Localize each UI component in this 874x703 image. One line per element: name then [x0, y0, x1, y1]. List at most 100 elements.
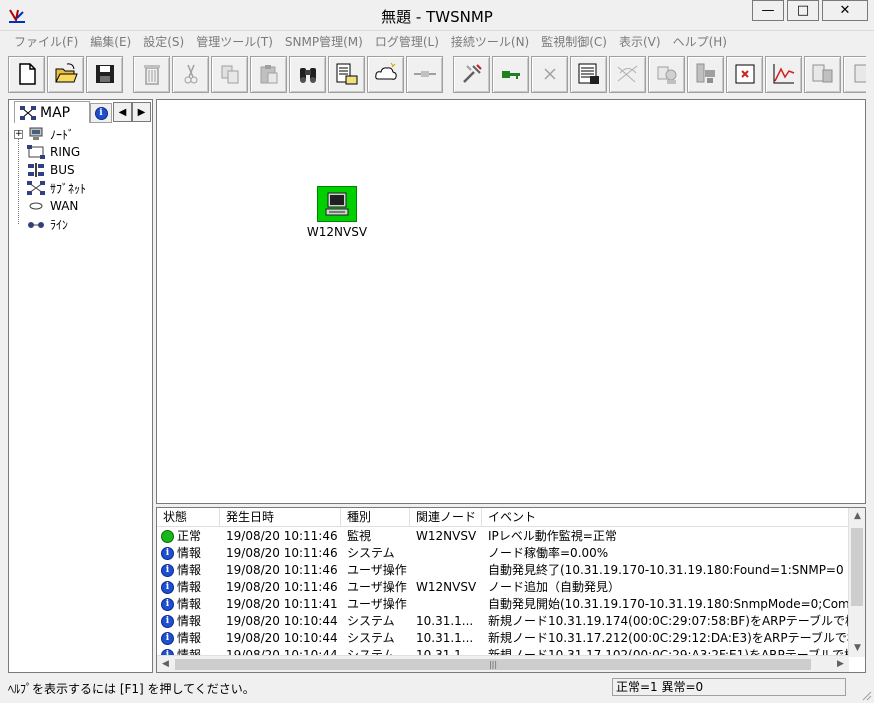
cut-button[interactable]: [172, 55, 209, 93]
tab-map[interactable]: MAP: [14, 101, 90, 123]
tree-item-subnet[interactable]: ｻﾌﾞﾈｯﾄ: [13, 179, 149, 197]
close-button[interactable]: ✕: [822, 0, 868, 21]
log-type: ユーザ操作: [347, 580, 407, 594]
event-log-list[interactable]: 状態 発生日時 種別 関連ノード イベント 正常 19/08/20 10:11:…: [156, 507, 866, 673]
report-icon: [812, 64, 832, 83]
more-icon: [854, 64, 866, 83]
cloud-button[interactable]: [367, 55, 404, 93]
line-chart-icon: [773, 64, 794, 84]
info-icon: i: [161, 581, 174, 594]
report-button[interactable]: [804, 55, 841, 93]
delete-item-button[interactable]: [531, 55, 568, 93]
menu-admin-tools[interactable]: 管理ツール(T): [190, 33, 279, 50]
scroll-thumb[interactable]: |||: [175, 659, 811, 670]
save-button[interactable]: [86, 55, 123, 93]
node-label: W12NVSV: [306, 225, 368, 239]
column-header-node[interactable]: 関連ノード: [410, 508, 482, 527]
draw-button[interactable]: [609, 55, 646, 93]
tree-item-bus[interactable]: BUS: [13, 161, 149, 179]
scroll-thumb[interactable]: [851, 528, 863, 606]
maximize-button[interactable]: □: [787, 0, 819, 21]
menu-edit[interactable]: 編集(E): [84, 33, 137, 50]
network-map-canvas[interactable]: W12NVSV: [156, 99, 866, 504]
log-row[interactable]: 正常 19/08/20 10:11:46 監視 W12NVSV IPレベル動作監…: [157, 528, 849, 545]
minimize-button[interactable]: —: [752, 0, 784, 21]
map-tree-pane: MAP i ◀ ▶ + ﾉｰﾄﾞ RING BUS ｻﾌﾞﾈｯﾄ WAN ﾗｲﾝ: [8, 99, 153, 673]
tree-item-node[interactable]: + ﾉｰﾄﾞ: [13, 125, 149, 143]
log-time: 19/08/20 10:11:46: [226, 546, 338, 560]
app-icon[interactable]: [8, 6, 26, 24]
server-button[interactable]: [687, 55, 724, 93]
log-row[interactable]: i 情報 19/08/20 10:11:46 ユーザ操作 W12NVSV ノード追…: [157, 579, 849, 596]
tab-scroll-right-button[interactable]: ▶: [132, 102, 151, 122]
delete-trash-button[interactable]: [133, 55, 170, 93]
chart-button[interactable]: [765, 55, 802, 93]
column-header-type[interactable]: 種別: [341, 508, 410, 527]
log-node: W12NVSV: [416, 580, 477, 594]
cloud-icon: [374, 62, 397, 80]
close-icon: ✕: [839, 3, 851, 18]
menu-log[interactable]: ログ管理(L): [369, 33, 445, 50]
tab-info[interactable]: i: [90, 103, 112, 123]
map-properties-button[interactable]: [328, 55, 365, 93]
tree-item-wan[interactable]: WAN: [13, 197, 149, 215]
map-node[interactable]: W12NVSV: [305, 186, 369, 239]
minimize-icon: —: [761, 3, 775, 18]
log-horizontal-scrollbar[interactable]: ◀ ||| ▶: [157, 655, 849, 672]
tab-scroll-left-button[interactable]: ◀: [113, 102, 132, 122]
ring-icon: [27, 145, 45, 159]
log-row[interactable]: i 情報 19/08/20 10:11:46 システム ノード稼働率=0.00%: [157, 545, 849, 562]
column-header-event[interactable]: イベント: [482, 508, 849, 527]
column-header-status[interactable]: 状態: [157, 508, 220, 527]
log-row[interactable]: i 情報 19/08/20 10:11:41 ユーザ操作 自動発見開始(10.31…: [157, 596, 849, 613]
menu-monitor[interactable]: 監視制御(C): [535, 33, 613, 50]
scroll-left-icon[interactable]: ◀: [157, 656, 174, 672]
log-row[interactable]: i 情報 19/08/20 10:11:46 ユーザ操作 自動発見終了(10.31…: [157, 562, 849, 579]
tree-item-ring[interactable]: RING: [13, 143, 149, 161]
resize-grip-icon[interactable]: [860, 689, 872, 701]
info-icon: i: [161, 632, 174, 645]
key-button[interactable]: [492, 55, 529, 93]
menu-settings[interactable]: 設定(S): [137, 33, 190, 50]
line-icon: [28, 222, 44, 228]
scroll-right-icon[interactable]: ▶: [832, 656, 849, 672]
line-connect-button[interactable]: [406, 55, 443, 93]
grip-icon: |||: [488, 660, 498, 669]
status-help-text: ﾍﾙﾌﾟを表示するには [F1] を押してください。: [8, 682, 255, 696]
more-button[interactable]: [843, 55, 866, 93]
tools-button[interactable]: [453, 55, 490, 93]
log-vertical-scrollbar[interactable]: ▲ ▼: [848, 508, 865, 657]
expand-icon[interactable]: +: [14, 129, 23, 139]
scroll-down-icon[interactable]: ▼: [849, 640, 865, 657]
log-status: 情報: [177, 614, 202, 628]
log-row[interactable]: i 情報 19/08/20 10:10:44 システム 10.31.1... 新規…: [157, 630, 849, 647]
copy-button[interactable]: [211, 55, 248, 93]
config-button[interactable]: [648, 55, 685, 93]
event-log-button[interactable]: [570, 55, 607, 93]
find-button[interactable]: [289, 55, 326, 93]
tools-icon: [462, 64, 482, 83]
open-folder-button[interactable]: [47, 55, 84, 93]
node-status-box[interactable]: [317, 186, 357, 222]
window-title: 無題 - TWSNMP: [381, 8, 493, 26]
log-time: 19/08/20 10:10:44: [226, 631, 338, 645]
binoculars-icon: [299, 68, 316, 83]
tree-item-line[interactable]: ﾗｲﾝ: [13, 215, 149, 233]
scroll-up-icon[interactable]: ▲: [849, 508, 865, 525]
menu-connect-tools[interactable]: 接続ツール(N): [445, 33, 535, 50]
log-time: 19/08/20 10:11:46: [226, 563, 338, 577]
menu-snmp[interactable]: SNMP管理(M): [279, 33, 369, 50]
tab-map-label: MAP: [40, 104, 71, 121]
close-window-button[interactable]: [726, 55, 763, 93]
paste-button[interactable]: [250, 55, 287, 93]
column-header-time[interactable]: 発生日時: [220, 508, 341, 527]
map-tree: + ﾉｰﾄﾞ RING BUS ｻﾌﾞﾈｯﾄ WAN ﾗｲﾝ: [13, 125, 149, 233]
log-row[interactable]: i 情報 19/08/20 10:10:44 システム 10.31.1... 新規…: [157, 613, 849, 630]
menu-view[interactable]: 表示(V): [613, 33, 667, 50]
menu-file[interactable]: ファイル(F): [8, 33, 84, 50]
save-icon: [95, 65, 114, 83]
log-sheet-icon: [578, 63, 599, 84]
log-header: 状態 発生日時 種別 関連ノード イベント: [157, 508, 849, 527]
new-file-button[interactable]: [8, 55, 45, 93]
menu-help[interactable]: ヘルプ(H): [667, 33, 733, 50]
